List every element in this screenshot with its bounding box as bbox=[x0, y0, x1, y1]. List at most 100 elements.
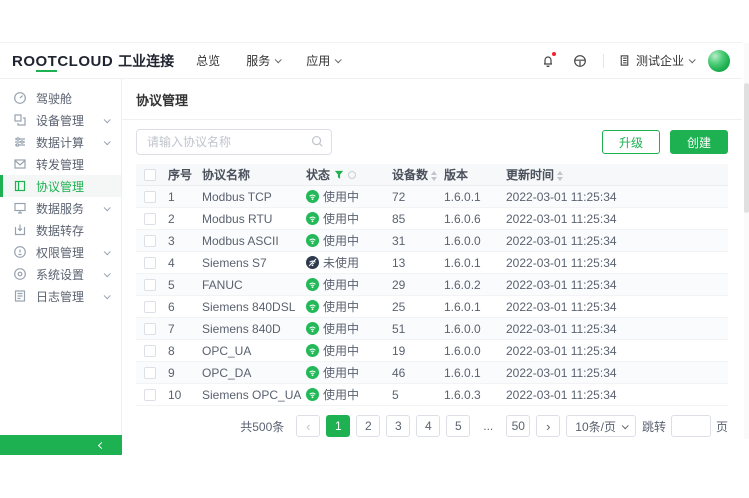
pagination-ellipsis: ... bbox=[476, 415, 500, 437]
pagination-page-3[interactable]: 3 bbox=[386, 415, 410, 437]
forward-icon bbox=[13, 157, 27, 171]
header-divider bbox=[603, 54, 604, 68]
help-icon[interactable] bbox=[571, 52, 589, 70]
column-header-devices: 设备数 bbox=[388, 166, 440, 183]
sidebar-item-data-compute[interactable]: 数据计算 bbox=[0, 131, 121, 153]
search-input[interactable] bbox=[136, 129, 332, 155]
notification-bell-icon[interactable] bbox=[539, 52, 557, 70]
brand-logo[interactable]: ROOTCLOUD 工业连接 bbox=[12, 51, 174, 71]
table-row[interactable]: 4Siemens S7未使用131.6.0.12022-03-01 11:25:… bbox=[136, 252, 728, 274]
row-checkbox[interactable] bbox=[144, 191, 156, 203]
protocol-version: 1.6.0.6 bbox=[440, 212, 502, 226]
sidebar-item-data-service[interactable]: 数据服务 bbox=[0, 197, 121, 219]
pagination-page-5[interactable]: 5 bbox=[446, 415, 470, 437]
device-count: 5 bbox=[388, 388, 440, 402]
page-title: 协议管理 bbox=[136, 93, 188, 108]
chevron-down-icon bbox=[104, 116, 111, 123]
nav-applications[interactable]: 应用 bbox=[306, 52, 340, 69]
search-icon[interactable] bbox=[311, 135, 324, 153]
device-count: 31 bbox=[388, 234, 440, 248]
sidebar-item-system-settings[interactable]: 系统设置 bbox=[0, 263, 121, 285]
row-checkbox[interactable] bbox=[144, 389, 156, 401]
pagination-next-button[interactable]: › bbox=[536, 415, 560, 437]
row-checkbox[interactable] bbox=[144, 301, 156, 313]
sidebar-collapse-button[interactable] bbox=[0, 435, 122, 455]
status-in-use-icon bbox=[306, 300, 319, 313]
sidebar-item-log-management[interactable]: 日志管理 bbox=[0, 285, 121, 307]
page-header: 协议管理 bbox=[122, 79, 742, 120]
app-window: ROOTCLOUD 工业连接 总览 服务 应用 测试企业 bbox=[0, 42, 742, 438]
nav-services[interactable]: 服务 bbox=[246, 52, 280, 69]
pagination-prev-button[interactable]: ‹ bbox=[296, 415, 320, 437]
sort-toggle-updated[interactable] bbox=[557, 171, 563, 181]
row-checkbox[interactable] bbox=[144, 367, 156, 379]
table-row[interactable]: 5FANUC使用中291.6.0.22022-03-01 11:25:34 bbox=[136, 274, 728, 296]
user-avatar[interactable] bbox=[708, 50, 730, 72]
sidebar-item-protocol-management[interactable]: 协议管理 bbox=[0, 175, 121, 197]
table-row[interactable]: 10Siemens OPC_UA使用中51.6.0.32022-03-01 11… bbox=[136, 384, 728, 406]
pagination-page-1[interactable]: 1 bbox=[326, 415, 350, 437]
pagination-page-2[interactable]: 2 bbox=[356, 415, 380, 437]
protocol-name: Modbus ASCII bbox=[198, 234, 302, 248]
table-row[interactable]: 2Modbus RTU使用中851.6.0.62022-03-01 11:25:… bbox=[136, 208, 728, 230]
filter-funnel-icon[interactable] bbox=[334, 170, 344, 180]
chevron-down-icon bbox=[104, 292, 111, 299]
pagination-page-50[interactable]: 50 bbox=[506, 415, 530, 437]
protocol-name: Siemens S7 bbox=[198, 256, 302, 270]
scrollbar-thumb[interactable] bbox=[744, 83, 749, 213]
sidebar-item-device-management[interactable]: 设备管理 bbox=[0, 109, 121, 131]
page-jump-label: 跳转 bbox=[642, 418, 666, 435]
toolbar: 升级 创建 bbox=[136, 129, 728, 155]
row-checkbox[interactable] bbox=[144, 345, 156, 357]
row-checkbox[interactable] bbox=[144, 213, 156, 225]
row-index: 3 bbox=[164, 234, 198, 248]
create-button[interactable]: 创建 bbox=[670, 130, 728, 154]
table-row[interactable]: 6Siemens 840DSL使用中251.6.0.12022-03-01 11… bbox=[136, 296, 728, 318]
sliders-icon bbox=[13, 135, 27, 149]
table-row[interactable]: 3Modbus ASCII使用中311.6.0.02022-03-01 11:2… bbox=[136, 230, 728, 252]
pagination-page-4[interactable]: 4 bbox=[416, 415, 440, 437]
table-header-row: 序号 协议名称 状态 设备数 版本 更新时间 bbox=[136, 164, 728, 186]
header-right: 测试企业 bbox=[539, 50, 730, 72]
table-row[interactable]: 7Siemens 840D使用中511.6.0.02022-03-01 11:2… bbox=[136, 318, 728, 340]
row-checkbox[interactable] bbox=[144, 279, 156, 291]
sort-toggle-devices[interactable] bbox=[431, 171, 437, 181]
protocol-name: Siemens 840D bbox=[198, 322, 302, 336]
status-text: 使用中 bbox=[323, 298, 359, 315]
page-size-select[interactable]: 10条/页 bbox=[566, 415, 636, 437]
status-text: 使用中 bbox=[323, 210, 359, 227]
status-in-use-icon bbox=[306, 366, 319, 379]
column-header-name: 协议名称 bbox=[198, 166, 302, 183]
upgrade-button[interactable]: 升级 bbox=[602, 130, 660, 154]
log-document-icon bbox=[13, 289, 27, 303]
sidebar-item-permission-management[interactable]: 权限管理 bbox=[0, 241, 121, 263]
select-all-checkbox[interactable] bbox=[144, 169, 156, 181]
table-row[interactable]: 9OPC_DA使用中461.6.0.12022-03-01 11:25:34 bbox=[136, 362, 728, 384]
device-count: 29 bbox=[388, 278, 440, 292]
sidebar-item-dashboard[interactable]: 驾驶舱 bbox=[0, 87, 121, 109]
status-cell: 未使用 bbox=[302, 254, 388, 271]
status-in-use-icon bbox=[306, 322, 319, 335]
table-row[interactable]: 1Modbus TCP使用中721.6.0.12022-03-01 11:25:… bbox=[136, 186, 728, 208]
sidebar-item-forward-management[interactable]: 转发管理 bbox=[0, 153, 121, 175]
filter-state-icon[interactable] bbox=[348, 171, 356, 179]
sidebar-item-data-dump[interactable]: 数据转存 bbox=[0, 219, 121, 241]
protocol-version: 1.6.0.1 bbox=[440, 190, 502, 204]
page-canvas: ROOTCLOUD 工业连接 总览 服务 应用 测试企业 bbox=[0, 0, 749, 498]
protocol-name: OPC_UA bbox=[198, 344, 302, 358]
page-jump-input[interactable] bbox=[671, 415, 711, 437]
nav-overview[interactable]: 总览 bbox=[196, 52, 220, 69]
row-index: 10 bbox=[164, 388, 198, 402]
row-index: 7 bbox=[164, 322, 198, 336]
row-checkbox[interactable] bbox=[144, 257, 156, 269]
column-header-status: 状态 bbox=[302, 166, 388, 183]
device-icon bbox=[13, 113, 27, 127]
browser-scrollbar[interactable] bbox=[744, 43, 749, 439]
row-checkbox[interactable] bbox=[144, 235, 156, 247]
tenant-switcher[interactable]: 测试企业 bbox=[618, 52, 694, 69]
row-checkbox[interactable] bbox=[144, 323, 156, 335]
row-index: 8 bbox=[164, 344, 198, 358]
status-in-use-icon bbox=[306, 344, 319, 357]
table-row[interactable]: 8OPC_UA使用中191.6.0.02022-03-01 11:25:34 bbox=[136, 340, 728, 362]
row-index: 6 bbox=[164, 300, 198, 314]
